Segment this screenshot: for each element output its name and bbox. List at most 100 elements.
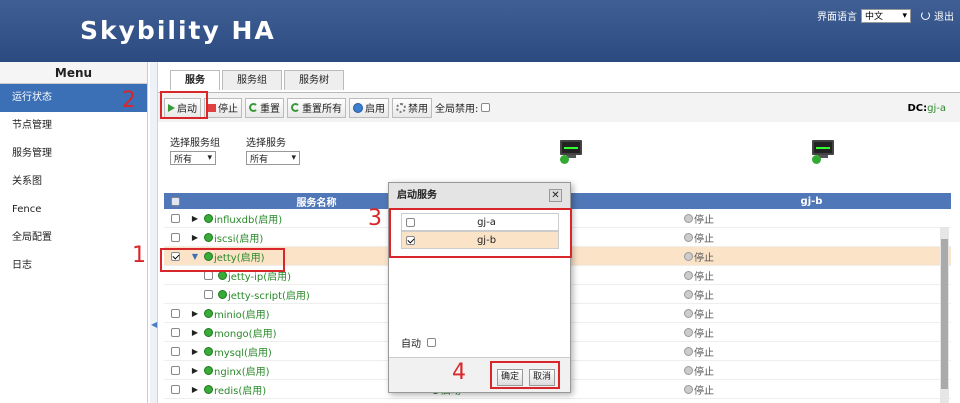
- row-checkbox[interactable]: [170, 365, 180, 375]
- tab-service-tree[interactable]: 服务树: [284, 70, 344, 90]
- gear-icon: [396, 102, 406, 113]
- table-scrollbar[interactable]: [940, 227, 949, 403]
- enable-button[interactable]: 启用: [349, 97, 389, 118]
- node-b-cell: 停止: [684, 382, 939, 397]
- menu-title: Menu: [0, 62, 147, 84]
- sidebar-item-fence[interactable]: Fence: [0, 196, 147, 224]
- node-b-status: 停止: [694, 233, 714, 245]
- annotation-box-1: [160, 248, 285, 272]
- select-all-checkbox[interactable]: [170, 196, 180, 206]
- header-select-cell: [164, 196, 186, 206]
- annotation-box-2: [160, 91, 208, 119]
- row-select-cell: [164, 365, 186, 375]
- sidebar-item-global-config[interactable]: 全局配置: [0, 224, 147, 252]
- row-select-cell: [164, 232, 186, 242]
- node-b-status: 停止: [694, 290, 714, 302]
- expand-arrow-icon[interactable]: ▶: [186, 366, 204, 375]
- service-name: minio(启用): [214, 309, 270, 321]
- row-select-cell: [164, 213, 186, 223]
- service-name: redis(启用): [214, 385, 267, 397]
- stop-label: 停止: [218, 104, 238, 115]
- tab-service[interactable]: 服务: [170, 70, 220, 90]
- expand-arrow-icon[interactable]: ▶: [186, 233, 204, 242]
- status-dot-icon: [204, 213, 213, 223]
- global-disable-checkbox[interactable]: [481, 103, 491, 112]
- annotation-number-1: 1: [132, 243, 146, 268]
- service-name: jetty-script(启用): [228, 290, 310, 302]
- group-select[interactable]: 所有 ▾: [170, 151, 216, 165]
- expand-arrow-icon[interactable]: ▶: [186, 328, 204, 337]
- status-dot-icon: [684, 232, 693, 242]
- annotation-number-4: 4: [452, 360, 466, 385]
- sidebar-collapse-bar[interactable]: ◀: [150, 62, 158, 403]
- logout-link[interactable]: 退出: [934, 8, 954, 23]
- expand-arrow-icon[interactable]: ▶: [186, 385, 204, 394]
- disable-button[interactable]: 禁用: [392, 97, 432, 118]
- reset-label: 重置: [260, 104, 280, 115]
- node-b-status: 停止: [694, 309, 714, 321]
- row-checkbox[interactable]: [170, 327, 180, 337]
- row-checkbox[interactable]: [204, 289, 213, 299]
- chevron-down-icon: ▾: [207, 153, 212, 163]
- header-node-b: gj-b: [800, 195, 823, 207]
- app-header: Skybility HA 界面语言 中文 ▾ 退出: [0, 0, 960, 62]
- status-dot-icon: [812, 155, 821, 164]
- status-dot-icon: [684, 251, 693, 261]
- reset-all-button[interactable]: 重置所有: [287, 97, 346, 118]
- sidebar-item-relations[interactable]: 关系图: [0, 168, 147, 196]
- auto-label: 自动: [401, 339, 421, 350]
- status-dot-icon: [684, 327, 693, 337]
- annotation-box-4: [490, 361, 560, 389]
- dialog-title: 启动服务: [389, 183, 570, 209]
- scrollbar-thumb[interactable]: [941, 239, 948, 389]
- node-b-cell: 停止: [684, 230, 939, 245]
- sidebar-item-logs[interactable]: 日志: [0, 252, 147, 280]
- tab-bar: 服务 服务组 服务树: [170, 70, 344, 90]
- expand-arrow-icon[interactable]: ▶: [186, 214, 204, 223]
- status-dot-icon: [684, 213, 693, 223]
- group-filter-label: 选择服务组: [170, 138, 220, 149]
- node-b-icon: [812, 140, 838, 164]
- expand-arrow-icon[interactable]: ▶: [186, 309, 204, 318]
- annotation-number-2: 2: [122, 88, 136, 113]
- row-checkbox[interactable]: [170, 346, 180, 356]
- node-b-status: 停止: [694, 252, 714, 264]
- status-dot-icon: [684, 346, 693, 356]
- close-icon[interactable]: ✕: [549, 189, 562, 202]
- service-name: nginx(启用): [214, 366, 270, 378]
- row-checkbox[interactable]: [170, 308, 180, 318]
- node-a-icon: [560, 140, 586, 164]
- annotation-number-3: 3: [368, 206, 382, 231]
- node-b-cell: 停止: [684, 325, 939, 340]
- row-checkbox[interactable]: [170, 384, 180, 394]
- auto-checkbox[interactable]: [427, 338, 436, 347]
- node-b-cell: 停止: [684, 268, 939, 283]
- node-b-status: 停止: [694, 214, 714, 226]
- expand-arrow-icon[interactable]: ▶: [186, 347, 204, 356]
- auto-option: 自动: [401, 335, 436, 350]
- node-b-status: 停止: [694, 347, 714, 359]
- row-checkbox[interactable]: [170, 213, 180, 223]
- language-select[interactable]: 中文 ▾: [861, 8, 911, 23]
- reset-button[interactable]: 重置: [245, 97, 284, 118]
- service-select[interactable]: 所有 ▾: [246, 151, 300, 165]
- status-dot-icon: [204, 365, 213, 375]
- reset-all-label: 重置所有: [302, 104, 342, 115]
- service-name: influxdb(启用): [214, 214, 283, 226]
- row-select-cell: [164, 327, 186, 337]
- node-b-cell: 停止: [684, 306, 939, 321]
- stop-button[interactable]: 停止: [204, 97, 242, 118]
- power-icon[interactable]: [921, 11, 930, 20]
- sidebar-item-nodes[interactable]: 节点管理: [0, 112, 147, 140]
- enable-label: 启用: [365, 104, 385, 115]
- tab-service-group[interactable]: 服务组: [222, 70, 282, 90]
- node-b-status: 停止: [694, 385, 714, 397]
- row-checkbox[interactable]: [170, 232, 180, 242]
- dc-indicator: DC:gj-a: [907, 103, 946, 114]
- dc-label: DC:: [907, 103, 928, 114]
- service-name: mongo(启用): [214, 328, 277, 340]
- status-dot-icon: [684, 365, 693, 375]
- sidebar-item-services[interactable]: 服务管理: [0, 140, 147, 168]
- global-disable-label: 全局禁用:: [435, 104, 479, 115]
- reset-all-icon: [291, 103, 300, 112]
